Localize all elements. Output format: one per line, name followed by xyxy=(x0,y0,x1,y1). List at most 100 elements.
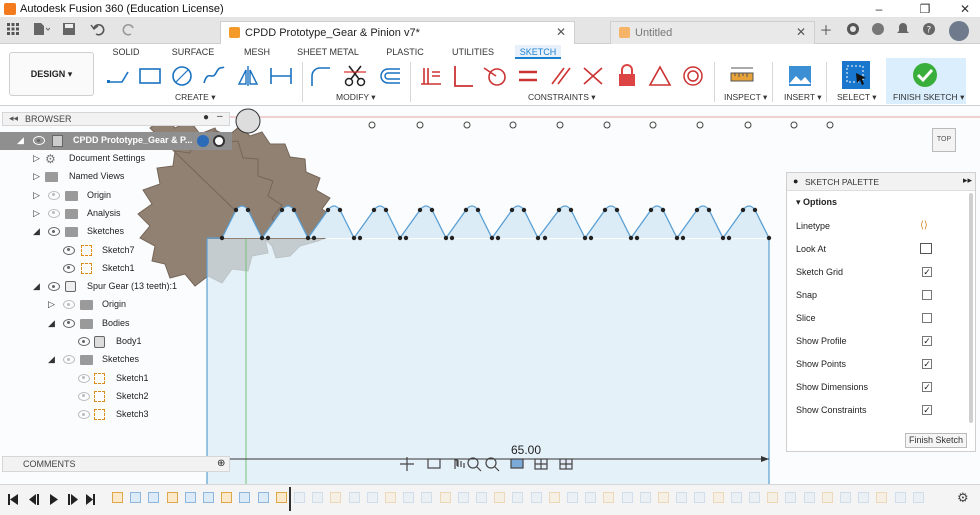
palette-checkbox[interactable]: ✓ xyxy=(922,336,932,346)
browser-tree-item[interactable]: Sketch7 xyxy=(0,242,232,260)
tab-active-document[interactable]: CPDD Prototype_Gear & Pinion v7* ✕ xyxy=(220,21,575,44)
palette-pin-icon[interactable]: ● xyxy=(793,176,798,186)
timeline-feature-icon[interactable] xyxy=(858,492,870,503)
job-status-icon[interactable] xyxy=(845,22,861,40)
timeline-feature-icon[interactable] xyxy=(912,492,924,503)
extensions-icon[interactable] xyxy=(870,22,886,40)
view-cube[interactable]: TOP xyxy=(932,128,956,152)
browser-tree-item[interactable]: Sketch2 xyxy=(0,388,232,406)
browser-tree-item[interactable]: ▷ Origin xyxy=(0,296,232,314)
user-avatar[interactable] xyxy=(949,21,969,41)
activate-radio-icon[interactable] xyxy=(213,135,225,147)
fillet-tool-icon[interactable] xyxy=(308,64,334,88)
browser-tree-item[interactable]: ▷ ⚙ Document Settings xyxy=(0,150,232,168)
visibility-eye-icon[interactable] xyxy=(63,263,75,273)
timeline-feature-icon[interactable] xyxy=(803,492,815,503)
new-tab-icon[interactable]: ＋ xyxy=(818,22,834,40)
tab-utilities[interactable]: UTILITIES xyxy=(450,45,496,59)
browser-pin-icon[interactable]: ● xyxy=(203,112,209,123)
browser-minimize-icon[interactable]: – xyxy=(217,111,223,122)
linetype-icon[interactable]: ⟨⟩ xyxy=(920,220,928,231)
timeline-feature-icon[interactable] xyxy=(421,492,433,503)
arc-tool-icon[interactable] xyxy=(201,64,227,88)
timeline-feature-icon[interactable] xyxy=(312,492,324,503)
timeline-feature-icon[interactable] xyxy=(658,492,669,503)
comments-add-icon[interactable]: ⊕ xyxy=(217,458,225,469)
expand-toggle-icon[interactable]: ◢ xyxy=(17,135,24,146)
options-section[interactable]: ▾ Options xyxy=(796,197,837,208)
timeline-settings-gear-icon[interactable]: ⚙ xyxy=(957,490,969,506)
browser-tree-item[interactable]: ▷ Origin xyxy=(0,187,232,205)
timeline-feature-icon[interactable] xyxy=(567,492,578,503)
timeline-feature-icon[interactable] xyxy=(639,492,651,503)
circle-tool-icon[interactable] xyxy=(169,64,195,88)
timeline-feature-icon[interactable] xyxy=(548,492,560,503)
timeline-feature-icon[interactable] xyxy=(294,492,305,503)
timeline-feature-icon[interactable] xyxy=(494,492,506,503)
timeline-feature-icon[interactable] xyxy=(530,492,542,503)
close-window-button[interactable]: ✕ xyxy=(950,0,980,18)
timeline-feature-icon[interactable] xyxy=(840,492,851,503)
timeline-feature-icon[interactable] xyxy=(148,492,160,503)
workspace-switcher[interactable]: DESIGN ▾ xyxy=(9,52,94,96)
palette-checkbox[interactable]: ✓ xyxy=(922,267,932,277)
mirror-tool-icon[interactable] xyxy=(235,64,261,88)
dimension-tool-icon[interactable] xyxy=(268,64,294,88)
expand-toggle-icon[interactable]: ▷ xyxy=(33,171,40,182)
visibility-eye-icon[interactable] xyxy=(78,410,90,420)
timeline-feature-icon[interactable] xyxy=(257,492,269,503)
tab-mesh[interactable]: MESH xyxy=(240,45,274,59)
browser-tree-item[interactable]: Sketch3 xyxy=(0,406,232,424)
collapse-browser-icon[interactable]: ◂◂ xyxy=(9,113,18,124)
browser-tree-item[interactable]: ▷ Named Views xyxy=(0,168,232,186)
palette-expand-icon[interactable]: ▸▸ xyxy=(963,175,972,186)
undo-icon[interactable] xyxy=(88,22,112,40)
timeline-feature-icon[interactable] xyxy=(676,492,688,503)
timeline-feature-icon[interactable] xyxy=(749,492,760,503)
expand-toggle-icon[interactable]: ▷ xyxy=(48,299,55,310)
timeline-feature-icon[interactable] xyxy=(221,492,233,503)
timeline-feature-icon[interactable] xyxy=(767,492,779,503)
visibility-eye-icon[interactable] xyxy=(48,282,60,292)
timeline-feature-icon[interactable] xyxy=(366,492,378,503)
visibility-eye-icon[interactable] xyxy=(78,337,90,346)
tab-sheet-metal[interactable]: SHEET METAL xyxy=(297,45,359,59)
timeline-feature-icon[interactable] xyxy=(457,492,469,503)
timeline-feature-icon[interactable] xyxy=(621,492,633,503)
triangle-constraint-icon[interactable] xyxy=(647,64,673,88)
tangent-constraint-icon[interactable] xyxy=(482,64,508,88)
timeline-feature-icon[interactable] xyxy=(330,492,342,503)
offset-tool-icon[interactable] xyxy=(376,64,402,88)
timeline-feature-icon[interactable] xyxy=(585,492,597,503)
fix-lock-icon[interactable] xyxy=(614,64,640,88)
timeline-feature-icon[interactable] xyxy=(275,492,287,503)
line-tool-icon[interactable] xyxy=(105,64,131,88)
browser-tree-item[interactable]: ◢ Sketches xyxy=(0,223,232,241)
tab-sketch[interactable]: SKETCH xyxy=(515,45,561,59)
timeline-marker[interactable] xyxy=(289,487,291,511)
inspect-menu[interactable]: INSPECT ▾ xyxy=(724,92,767,103)
finish-sketch-menu[interactable]: FINISH SKETCH ▾ xyxy=(893,92,964,103)
visibility-eye-icon[interactable] xyxy=(33,136,45,145)
expand-toggle-icon[interactable]: ▷ xyxy=(33,190,40,201)
equal-constraint-icon[interactable] xyxy=(515,64,541,88)
tab-untitled-document[interactable]: Untitled ✕ xyxy=(610,21,815,44)
browser-tree-item[interactable]: Sketch1 xyxy=(0,370,232,388)
modify-menu[interactable]: MODIFY ▾ xyxy=(336,92,376,103)
look-at-icon[interactable] xyxy=(920,243,932,254)
timeline-feature-icon[interactable] xyxy=(112,492,123,503)
insert-image-icon[interactable] xyxy=(787,64,813,88)
visibility-eye-icon[interactable] xyxy=(78,373,90,383)
create-menu[interactable]: CREATE ▾ xyxy=(175,92,216,103)
rectangle-tool-icon[interactable] xyxy=(137,64,163,88)
timeline-feature-icon[interactable] xyxy=(894,492,906,503)
select-menu[interactable]: SELECT ▾ xyxy=(837,92,877,103)
finish-sketch-check-icon[interactable] xyxy=(912,62,938,88)
visibility-eye-icon[interactable] xyxy=(48,208,60,218)
timeline-feature-icon[interactable] xyxy=(239,492,251,503)
timeline-feature-icon[interactable] xyxy=(694,492,706,503)
expand-toggle-icon[interactable]: ◢ xyxy=(33,226,40,237)
timeline-feature-icon[interactable] xyxy=(439,492,451,503)
expand-toggle-icon[interactable]: ◢ xyxy=(33,281,40,292)
app-grid-icon[interactable] xyxy=(4,22,22,40)
